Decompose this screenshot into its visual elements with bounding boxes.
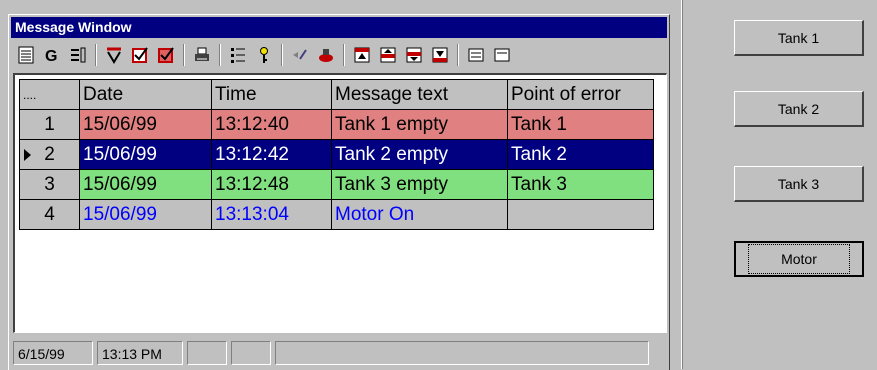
tank3-button-label: Tank 3 [777, 175, 820, 192]
table-row[interactable]: 4 15/06/99 13:13:04 Motor On [19, 199, 654, 230]
tank1-button-label: Tank 1 [777, 29, 820, 46]
tank2-button[interactable]: Tank 2 [734, 91, 864, 127]
prev-row-icon[interactable] [377, 44, 399, 66]
acknowledge-icon[interactable] [129, 44, 151, 66]
cell-message-text[interactable]: Tank 2 empty [331, 139, 508, 170]
column-header-message-text[interactable]: Message text [331, 79, 508, 110]
report-icon[interactable] [15, 44, 37, 66]
left-panel: Message Window G .... Date Time Message … [0, 0, 683, 370]
filter-icon[interactable] [103, 44, 125, 66]
row-number-label: 2 [44, 143, 55, 165]
row-number-label: 4 [44, 203, 55, 225]
cell-time[interactable]: 13:13:04 [211, 199, 332, 230]
cell-date[interactable]: 15/06/99 [79, 109, 212, 140]
tank2-button-label: Tank 2 [777, 100, 820, 117]
cell-message-text[interactable]: Motor On [331, 199, 508, 230]
row-number-label: 1 [44, 113, 55, 135]
cell-point-of-error[interactable] [507, 199, 654, 230]
cell-date[interactable]: 15/06/99 [79, 169, 212, 200]
tank1-button[interactable]: Tank 1 [734, 20, 864, 56]
toolbar-separator [457, 44, 459, 66]
next-row-icon[interactable] [403, 44, 425, 66]
column-header-point-of-error[interactable]: Point of error [507, 79, 654, 110]
table-row[interactable]: 3 15/06/99 13:12:48 Tank 3 empty Tank 3 [19, 169, 654, 200]
tank3-button[interactable]: Tank 3 [734, 166, 864, 202]
status-time: 13:13 PM [97, 341, 183, 365]
toolbar-separator [343, 44, 345, 66]
horn-icon[interactable] [315, 44, 337, 66]
columns-icon[interactable] [67, 44, 89, 66]
status-bar: 6/15/99 13:13 PM [13, 341, 667, 367]
archive-icon[interactable] [491, 44, 513, 66]
header-row: .... Date Time Message text Point of err… [19, 79, 654, 110]
last-row-icon[interactable] [429, 44, 451, 66]
window-title: Message Window [11, 17, 667, 38]
corner-cell[interactable]: .... [19, 79, 80, 110]
cell-point-of-error[interactable]: Tank 1 [507, 109, 654, 140]
toolbar-separator [219, 44, 221, 66]
group-acknowledge-icon[interactable] [155, 44, 177, 66]
motor-button[interactable]: Motor [734, 241, 864, 277]
column-header-date[interactable]: Date [79, 79, 212, 110]
cell-message-text[interactable]: Tank 1 empty [331, 109, 508, 140]
info-icon[interactable] [465, 44, 487, 66]
toolbar: G [11, 40, 667, 70]
sequence-icon[interactable] [289, 44, 311, 66]
status-date: 6/15/99 [13, 341, 93, 365]
group-icon[interactable]: G [41, 44, 63, 66]
table-row[interactable]: 1 15/06/99 13:12:40 Tank 1 empty Tank 1 [19, 109, 654, 140]
row-number[interactable]: 1 [19, 109, 80, 140]
column-header-time[interactable]: Time [211, 79, 332, 110]
cell-time[interactable]: 13:12:42 [211, 139, 332, 170]
status-pane-empty [275, 341, 649, 365]
message-window: Message Window G .... Date Time Message … [8, 14, 670, 370]
print-icon[interactable] [191, 44, 213, 66]
cell-message-text[interactable]: Tank 3 empty [331, 169, 508, 200]
svg-text:G: G [45, 48, 57, 64]
table-row[interactable]: 2 15/06/99 13:12:42 Tank 2 empty Tank 2 [19, 139, 654, 170]
cell-date[interactable]: 15/06/99 [79, 199, 212, 230]
message-grid: .... Date Time Message text Point of err… [13, 73, 667, 333]
cell-date[interactable]: 15/06/99 [79, 139, 212, 170]
key-icon[interactable] [253, 44, 275, 66]
toolbar-separator [183, 44, 185, 66]
row-number-label: 3 [44, 173, 55, 195]
sort-icon[interactable] [227, 44, 249, 66]
cell-time[interactable]: 13:12:48 [211, 169, 332, 200]
status-pane-empty [231, 341, 271, 365]
toolbar-separator [281, 44, 283, 66]
row-number[interactable]: 2 [19, 139, 80, 170]
status-pane-empty [187, 341, 227, 365]
toolbar-separator [95, 44, 97, 66]
message-table: .... Date Time Message text Point of err… [19, 79, 654, 230]
cell-point-of-error[interactable]: Tank 2 [507, 139, 654, 170]
cell-time[interactable]: 13:12:40 [211, 109, 332, 140]
motor-button-label: Motor [748, 244, 850, 274]
current-row-pointer-icon [24, 149, 31, 161]
row-number[interactable]: 3 [19, 169, 80, 200]
cell-point-of-error[interactable]: Tank 3 [507, 169, 654, 200]
first-row-icon[interactable] [351, 44, 373, 66]
row-number[interactable]: 4 [19, 199, 80, 230]
